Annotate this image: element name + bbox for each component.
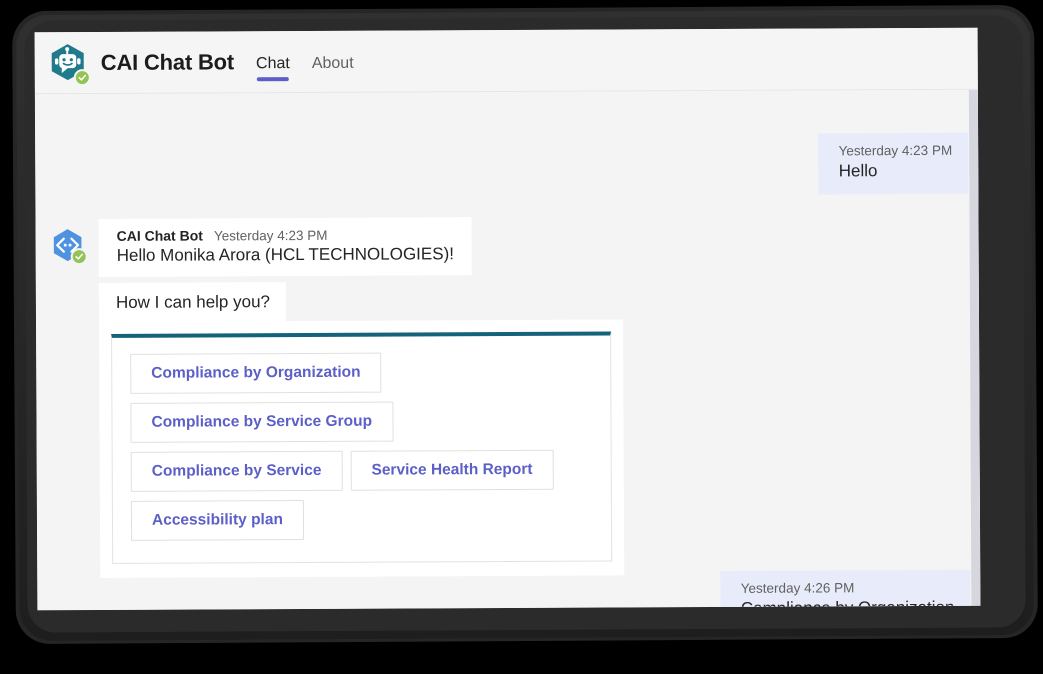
- message-outgoing-selection: Yesterday 4:26 PM Compliance by Organiza…: [720, 569, 971, 611]
- message-outgoing-hello: Yesterday 4:23 PM Hello: [818, 132, 969, 195]
- card-container: Compliance by Organization Compliance by…: [99, 319, 625, 578]
- code-hexagon-icon: [50, 227, 88, 266]
- message-text: Hello Monika Arora (HCL TECHNOLOGIES)!: [116, 244, 454, 265]
- card-button-compliance-by-organization[interactable]: Compliance by Organization: [130, 352, 382, 394]
- card-button-accessibility-plan[interactable]: Accessibility plan: [130, 499, 305, 541]
- message-incoming-greeting: CAI Chat Bot Yesterday 4:23 PM Hello Mon…: [50, 217, 473, 277]
- device-screen: CAI Chat Bot Chat About Yesterday 4:23 P…: [34, 27, 981, 611]
- tab-bar: Chat About: [256, 30, 354, 92]
- card-button-row: Accessibility plan: [130, 499, 593, 541]
- card-button-row: Compliance by Service Service Health Rep…: [130, 449, 593, 492]
- chat-message-list[interactable]: Yesterday 4:23 PM Hello CAI Chat Bot Yes…: [34, 89, 981, 611]
- message-sender: CAI Chat Bot: [116, 227, 203, 244]
- message-bubble: Yesterday 4:26 PM Compliance by Organiza…: [720, 569, 971, 611]
- message-incoming-card: Compliance by Organization Compliance by…: [99, 319, 625, 578]
- message-timestamp: Yesterday 4:23 PM: [213, 227, 328, 244]
- message-text: Hello: [838, 161, 878, 181]
- presence-available-icon: [70, 248, 88, 266]
- card-button-service-health-report[interactable]: Service Health Report: [350, 449, 554, 491]
- message-text: How I can help you?: [98, 282, 287, 324]
- robot-hexagon-icon: [47, 42, 91, 86]
- message-header: CAI Chat Bot Yesterday 4:23 PM: [116, 226, 454, 244]
- card-button-compliance-by-service-group[interactable]: Compliance by Service Group: [130, 401, 394, 443]
- app-header: CAI Chat Bot Chat About: [34, 27, 978, 95]
- message-timestamp: Yesterday 4:26 PM: [740, 580, 855, 596]
- tab-about[interactable]: About: [312, 32, 354, 92]
- card-button-row: Compliance by Organization: [130, 352, 592, 394]
- tab-chat[interactable]: Chat: [256, 33, 290, 93]
- message-incoming-prompt: How I can help you?: [98, 282, 287, 324]
- card-button-compliance-by-service[interactable]: Compliance by Service: [130, 450, 343, 492]
- page-title: CAI Chat Bot: [100, 48, 235, 75]
- message-bubble: Yesterday 4:23 PM Hello: [818, 132, 969, 195]
- screenshot-root: CAI Chat Bot Chat About Yesterday 4:23 P…: [0, 0, 1043, 674]
- adaptive-card: Compliance by Organization Compliance by…: [111, 331, 613, 564]
- card-button-row: Compliance by Service Group: [130, 401, 592, 443]
- message-bubble: CAI Chat Bot Yesterday 4:23 PM Hello Mon…: [98, 217, 473, 277]
- message-timestamp: Yesterday 4:23 PM: [838, 142, 953, 159]
- presence-available-icon: [73, 68, 91, 86]
